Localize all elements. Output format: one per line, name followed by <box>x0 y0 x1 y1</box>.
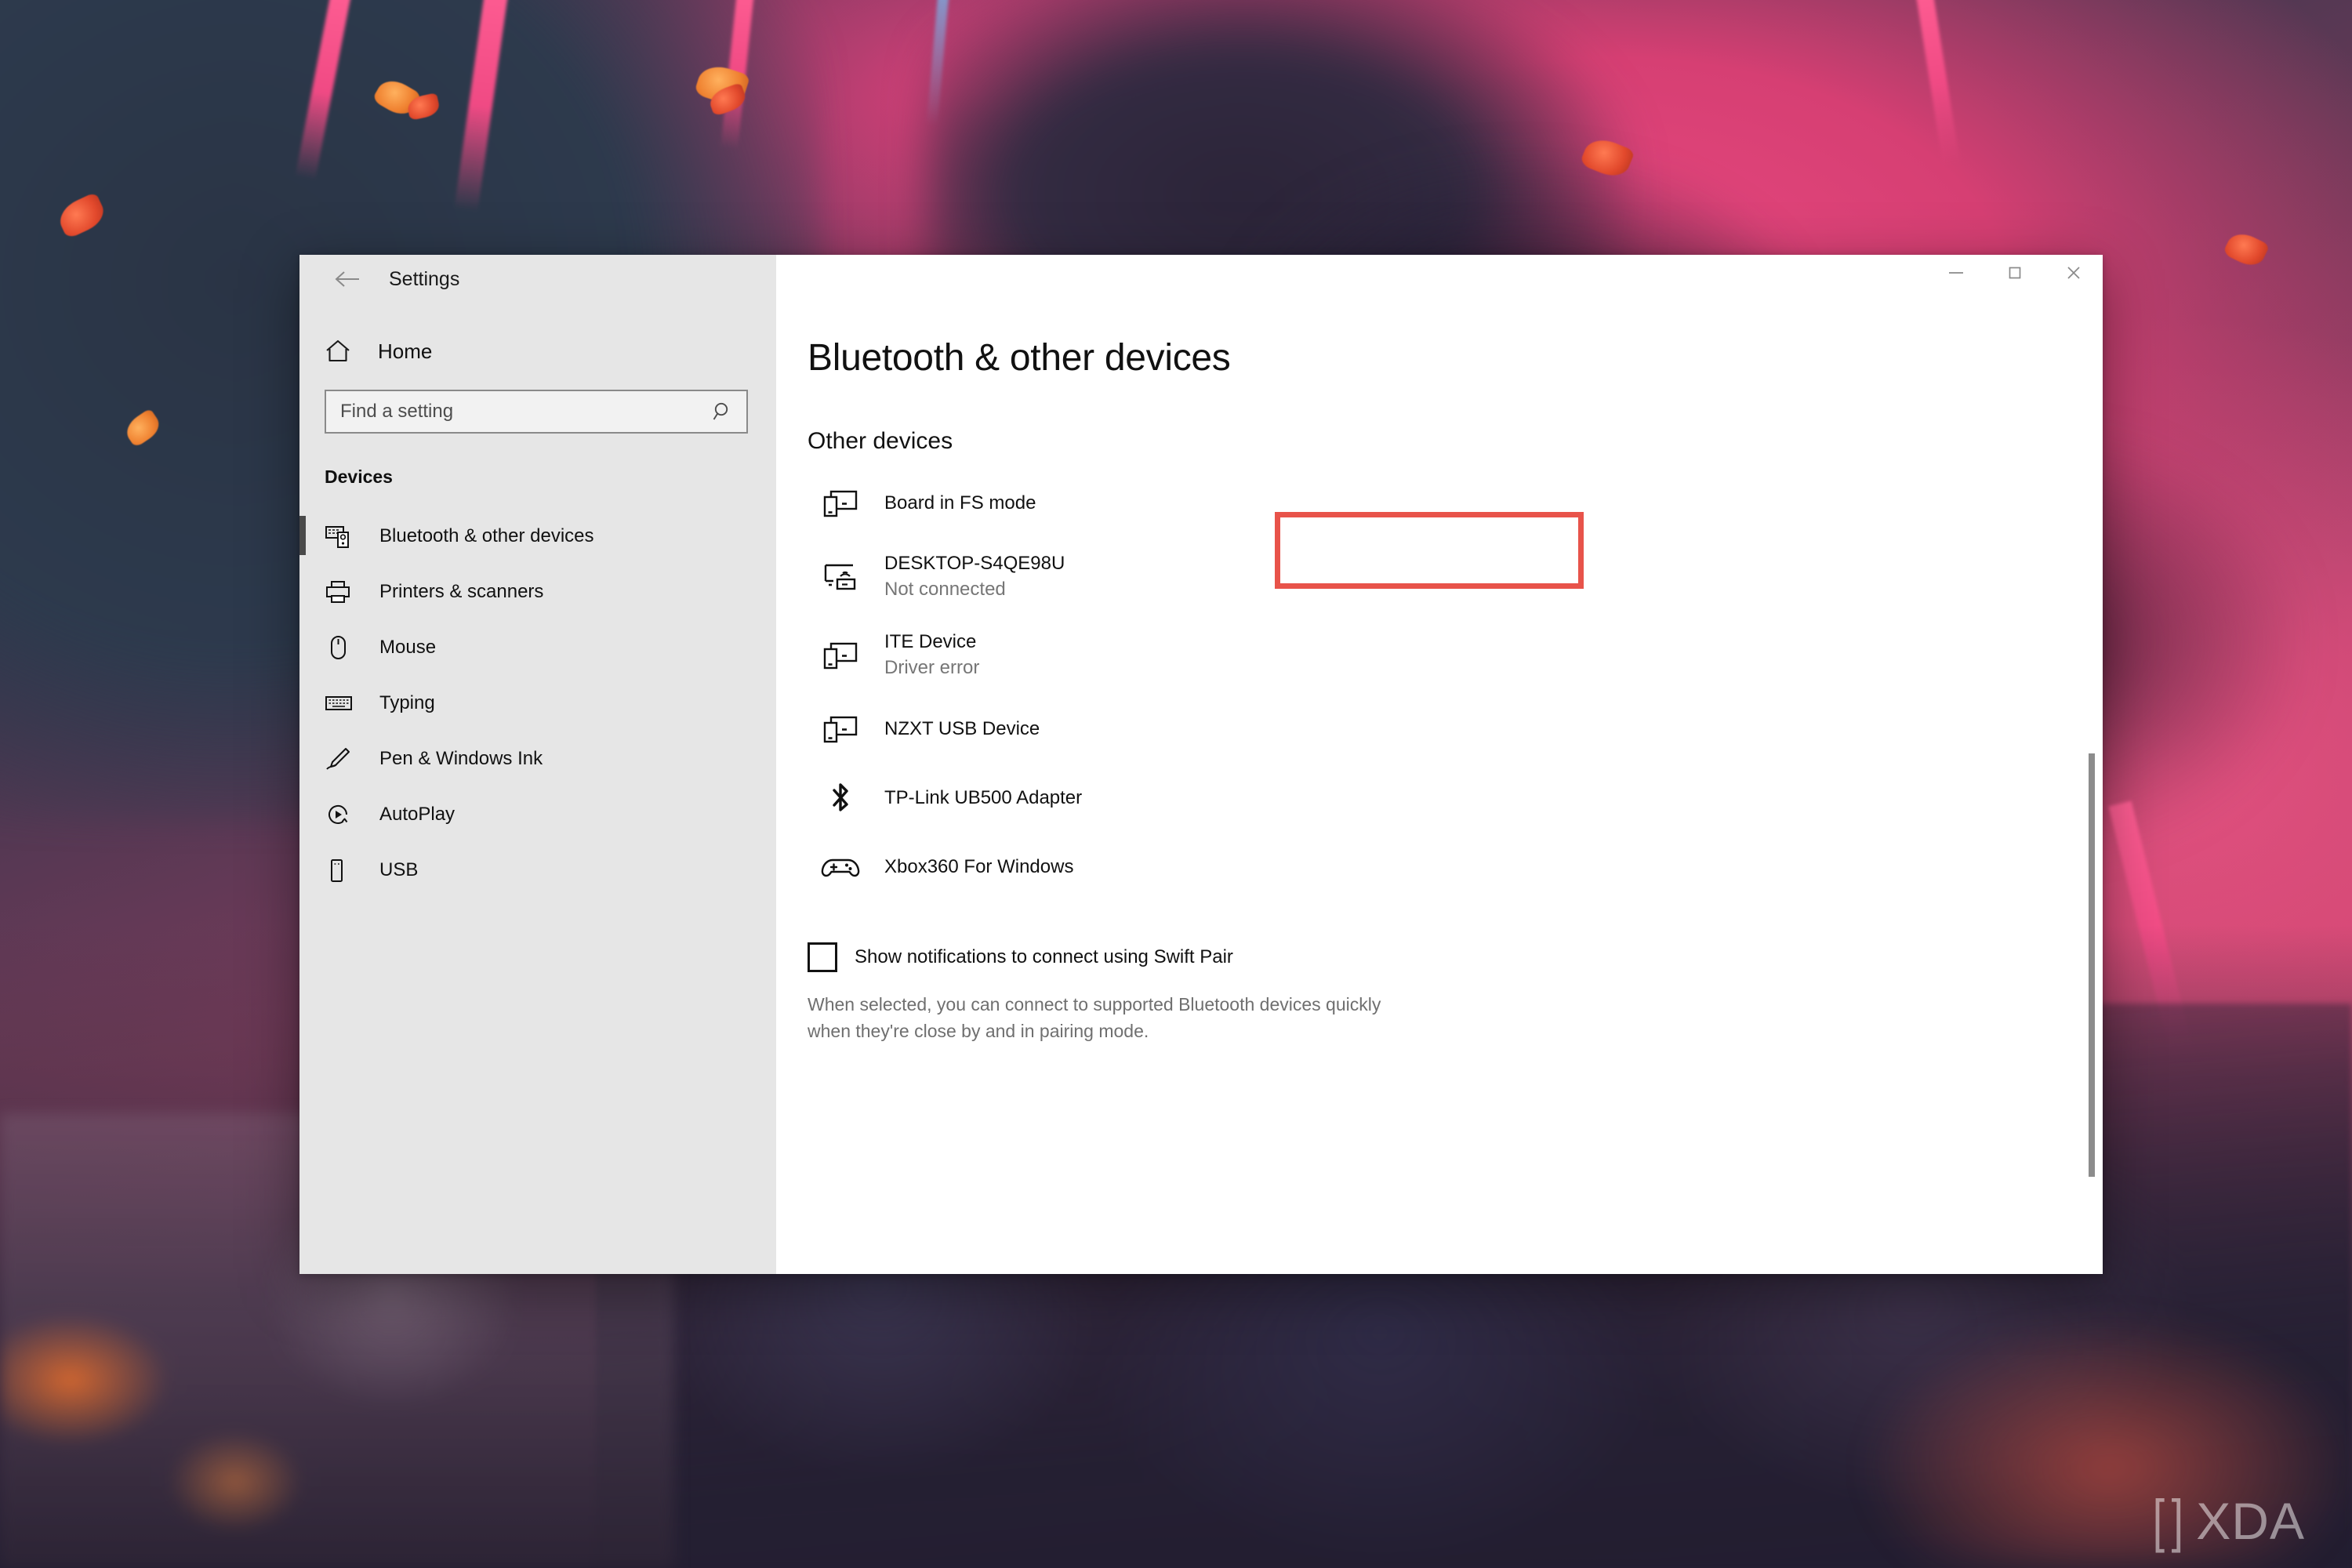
autoplay-icon <box>325 801 368 828</box>
device-text: DESKTOP-S4QE98U Not connected <box>884 552 1065 601</box>
bluetooth-devices-icon <box>325 524 368 549</box>
sidebar-item-mouse[interactable]: Mouse <box>299 619 776 675</box>
sidebar-nav-list: Bluetooth & other devices Printers & sca… <box>299 508 776 898</box>
sidebar-item-label: USB <box>379 858 419 880</box>
bracket-left: [ <box>2152 1488 2165 1553</box>
bluetooth-icon <box>812 780 869 816</box>
minimize-button[interactable] <box>1926 255 1985 291</box>
device-list-item-ite-device[interactable]: ITE Device Driver error <box>808 616 2103 695</box>
swift-pair-checkbox[interactable] <box>808 942 837 972</box>
device-name: ITE Device <box>884 631 977 653</box>
device-status: Driver error <box>884 657 980 678</box>
search-input[interactable] <box>340 401 707 423</box>
swift-pair-label: Show notifications to connect using Swif… <box>855 946 1233 967</box>
sidebar-item-label: Printers & scanners <box>379 580 544 602</box>
nav-section-title: Devices <box>325 466 393 487</box>
content-body: Bluetooth & other devices Other devices <box>776 303 2103 1044</box>
device-name: DESKTOP-S4QE98U <box>884 553 1065 575</box>
device-text: ITE Device Driver error <box>884 630 979 680</box>
device-text: TP-Link UB500 Adapter <box>884 786 1082 811</box>
device-text: Xbox360 For Windows <box>884 855 1073 880</box>
sidebar-item-label: AutoPlay <box>379 803 456 825</box>
content-pane: Bluetooth & other devices Other devices <box>776 255 2103 1274</box>
sidebar-item-printers-scanners[interactable]: Printers & scanners <box>299 564 776 619</box>
sidebar-item-label: Bluetooth & other devices <box>379 524 594 546</box>
device-name: Xbox360 For Windows <box>884 855 1074 877</box>
back-arrow-icon <box>334 270 361 289</box>
gamepad-icon <box>812 854 869 880</box>
sidebar-item-home[interactable]: Home <box>299 327 776 376</box>
device-list-item-board-in-fs-mode[interactable]: Board in FS mode <box>808 469 2103 538</box>
back-button[interactable] <box>323 256 372 302</box>
bracket-right: ] <box>2171 1488 2183 1553</box>
xda-bracket-mark: [ ] <box>2151 1492 2185 1550</box>
printer-icon <box>325 579 368 604</box>
sidebar-item-label: Mouse <box>379 636 437 658</box>
device-list-item-desktop-s4qe98u[interactable]: DESKTOP-S4QE98U Not connected <box>808 538 2103 616</box>
maximize-button[interactable] <box>1985 255 2044 291</box>
search-container <box>299 376 776 434</box>
device-text: NZXT USB Device <box>884 717 1040 742</box>
desktop-wallpaper: Settings Home Find a setting Devices Blu… <box>0 0 2352 1568</box>
swift-pair-description: When selected, you can connect to suppor… <box>808 994 1381 1042</box>
device-name: NZXT USB Device <box>884 717 1040 739</box>
device-text: Board in FS mode <box>884 492 1036 516</box>
device-list-item-tp-link-ub500-adapter[interactable]: TP-Link UB500 Adapter <box>808 764 2103 833</box>
app-title: Settings <box>389 267 460 290</box>
home-icon <box>325 339 368 364</box>
close-button[interactable] <box>2044 255 2103 291</box>
device-list: Board in FS mode DESKTOP-S4QE98U Not con… <box>808 469 2103 902</box>
other-devices-heading: Other devices <box>808 428 953 454</box>
window-titlebar-left: Settings <box>299 255 776 303</box>
keyboard-icon <box>325 693 368 713</box>
generic-device-icon <box>812 639 869 672</box>
sidebar-item-label: Pen & Windows Ink <box>379 747 543 769</box>
home-label: Home <box>378 339 433 363</box>
sidebar-item-usb[interactable]: USB <box>299 842 776 898</box>
xda-wordmark: XDA <box>2196 1492 2305 1550</box>
sidebar-item-bluetooth-other-devices[interactable]: Bluetooth & other devices <box>299 508 776 564</box>
sidebar-item-typing[interactable]: Typing <box>299 675 776 731</box>
swift-pair-row[interactable]: Show notifications to connect using Swif… <box>808 942 2103 972</box>
wireless-display-icon <box>812 561 869 593</box>
selection-indicator <box>299 516 306 555</box>
usb-drive-icon <box>325 857 368 884</box>
xda-watermark: [ ] XDA <box>2151 1491 2305 1551</box>
sidebar-item-label: Typing <box>379 691 435 713</box>
sidebar-item-autoplay[interactable]: AutoPlay <box>299 786 776 842</box>
swift-pair-section: Show notifications to connect using Swif… <box>808 942 2103 1044</box>
search-box[interactable] <box>325 390 748 434</box>
generic-device-icon <box>812 713 869 746</box>
device-status: Not connected <box>884 579 1006 600</box>
search-icon[interactable] <box>707 401 734 423</box>
navigation-pane: Settings Home Find a setting Devices Blu… <box>299 255 776 1274</box>
page-title: Bluetooth & other devices <box>808 337 1231 379</box>
window-titlebar-right <box>776 255 2103 303</box>
generic-device-icon <box>812 487 869 520</box>
pen-icon <box>325 746 368 771</box>
device-list-item-xbox360-for-windows[interactable]: Xbox360 For Windows <box>808 833 2103 902</box>
settings-window: Settings Home Find a setting Devices Blu… <box>299 255 2103 1274</box>
content-scrollbar[interactable] <box>2089 753 2095 1177</box>
device-name: TP-Link UB500 Adapter <box>884 786 1083 808</box>
device-list-item-nzxt-usb-device[interactable]: NZXT USB Device <box>808 695 2103 764</box>
mouse-icon <box>325 634 368 661</box>
device-name: Board in FS mode <box>884 492 1036 514</box>
sidebar-item-pen-windows-ink[interactable]: Pen & Windows Ink <box>299 731 776 786</box>
